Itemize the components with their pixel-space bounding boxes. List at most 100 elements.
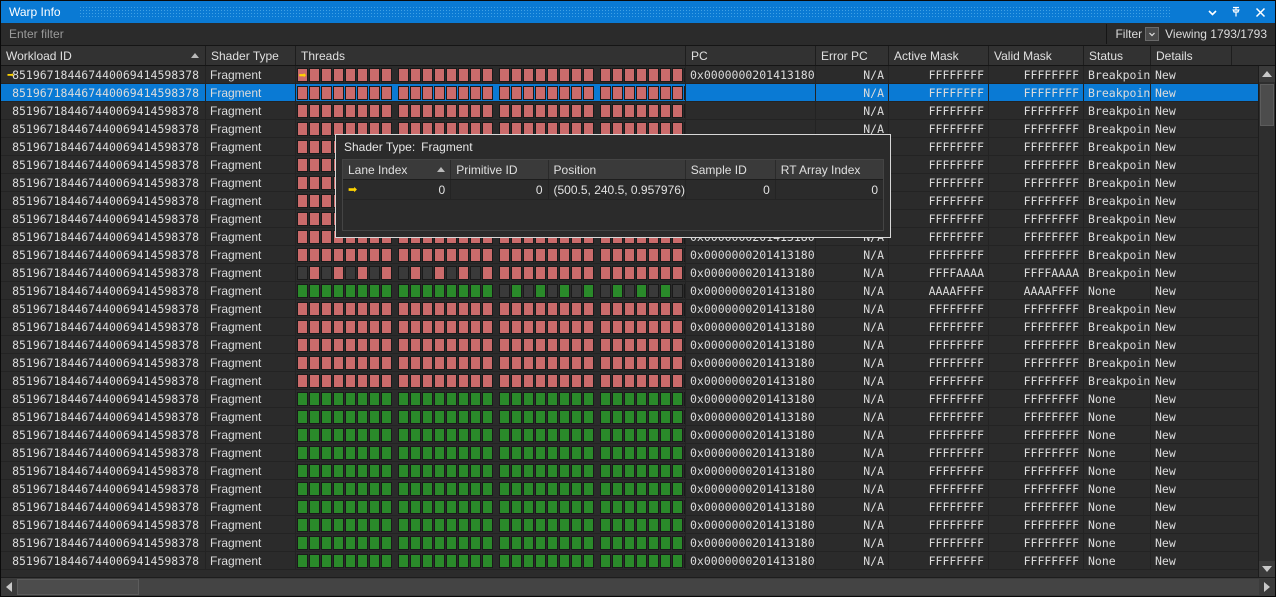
thread-cell[interactable] (523, 410, 534, 424)
thread-cell[interactable] (458, 464, 469, 478)
thread-cell[interactable] (297, 104, 308, 118)
thread-cell[interactable] (636, 68, 647, 82)
thread-cell[interactable] (297, 158, 308, 172)
thread-cell[interactable] (571, 338, 582, 352)
thread-cell[interactable] (446, 266, 457, 280)
thread-cell[interactable] (636, 104, 647, 118)
thread-cell[interactable] (612, 518, 623, 532)
thread-cell[interactable] (482, 284, 493, 298)
thread-cell[interactable] (410, 374, 421, 388)
thread-cell[interactable] (482, 446, 493, 460)
thread-cell[interactable] (446, 104, 457, 118)
thread-cell[interactable] (624, 482, 635, 496)
table-row[interactable]: 851967184467440069414598378Fragment0x000… (1, 516, 1258, 534)
thread-cell[interactable] (470, 338, 481, 352)
thread-cell[interactable] (612, 68, 623, 82)
thread-cell[interactable] (398, 482, 409, 496)
thread-cell[interactable] (535, 536, 546, 550)
thread-cell[interactable] (333, 68, 344, 82)
thread-cell[interactable] (672, 68, 683, 82)
thread-cell[interactable] (422, 410, 433, 424)
thread-cell[interactable] (357, 482, 368, 496)
thread-cell[interactable] (660, 86, 671, 100)
thread-cell[interactable] (357, 536, 368, 550)
thread-cell[interactable] (309, 374, 320, 388)
thread-cell[interactable] (410, 320, 421, 334)
thread-cell[interactable] (321, 536, 332, 550)
thread-cell[interactable] (559, 482, 570, 496)
thread-cell[interactable] (672, 500, 683, 514)
thread-cell[interactable] (398, 446, 409, 460)
thread-cell[interactable] (321, 320, 332, 334)
table-row[interactable]: 851967184467440069414598378Fragment0x000… (1, 354, 1258, 372)
thread-cell[interactable] (571, 410, 582, 424)
thread-cell[interactable] (422, 536, 433, 550)
thread-cell[interactable] (309, 266, 320, 280)
thread-cell[interactable] (446, 68, 457, 82)
column-header-valid-mask[interactable]: Valid Mask (989, 46, 1084, 65)
thread-cell[interactable] (410, 338, 421, 352)
thread-cell[interactable] (511, 518, 522, 532)
thread-cell[interactable] (624, 356, 635, 370)
thread-cell[interactable] (571, 536, 582, 550)
thread-cell[interactable] (499, 410, 510, 424)
thread-cell[interactable] (583, 446, 594, 460)
thread-cell[interactable] (422, 518, 433, 532)
thread-cell[interactable] (345, 356, 356, 370)
thread-cell[interactable] (571, 500, 582, 514)
thread-cell[interactable] (381, 284, 392, 298)
thread-cell[interactable] (345, 302, 356, 316)
thread-cell[interactable] (624, 554, 635, 568)
thread-cell[interactable] (381, 320, 392, 334)
thread-cell[interactable] (381, 410, 392, 424)
thread-cell[interactable] (499, 518, 510, 532)
table-row[interactable]: 851967184467440069414598378Fragment0x000… (1, 336, 1258, 354)
thread-cell[interactable] (357, 428, 368, 442)
thread-cell[interactable] (309, 86, 320, 100)
thread-cell[interactable] (547, 104, 558, 118)
thread-cell[interactable] (398, 518, 409, 532)
thread-cell[interactable] (309, 428, 320, 442)
thread-cell[interactable] (535, 482, 546, 496)
thread-cell[interactable] (297, 338, 308, 352)
thread-cell[interactable] (309, 176, 320, 190)
thread-cell[interactable] (369, 338, 380, 352)
thread-cell[interactable] (434, 248, 445, 262)
thread-cell[interactable] (547, 554, 558, 568)
thread-cell[interactable] (381, 68, 392, 82)
thread-cell[interactable] (648, 554, 659, 568)
thread-cell[interactable] (381, 500, 392, 514)
thread-cell[interactable] (612, 356, 623, 370)
thread-cell[interactable] (422, 554, 433, 568)
thread-cell[interactable] (321, 284, 332, 298)
thread-cell[interactable] (547, 428, 558, 442)
thread-cell[interactable] (410, 482, 421, 496)
thread-cell[interactable] (482, 554, 493, 568)
thread-cell[interactable] (600, 518, 611, 532)
thread-cell[interactable] (297, 392, 308, 406)
thread-cell[interactable] (636, 500, 647, 514)
thread-cell[interactable] (482, 248, 493, 262)
thread-cell[interactable] (523, 338, 534, 352)
column-header-shader-type[interactable]: Shader Type (206, 46, 296, 65)
table-row[interactable]: 851967184467440069414598378FragmentN/AFF… (1, 102, 1258, 120)
thread-cell[interactable] (422, 104, 433, 118)
thread-cell[interactable] (612, 554, 623, 568)
thread-cell[interactable] (321, 122, 332, 136)
thread-cell[interactable] (321, 464, 332, 478)
thread-cell[interactable] (297, 464, 308, 478)
thread-cell[interactable] (422, 482, 433, 496)
thread-cell[interactable] (660, 464, 671, 478)
thread-cell[interactable] (624, 500, 635, 514)
thread-cell[interactable] (523, 356, 534, 370)
thread-cell[interactable] (434, 284, 445, 298)
thread-cell[interactable] (446, 518, 457, 532)
thread-cell[interactable] (559, 410, 570, 424)
thread-cell[interactable] (321, 338, 332, 352)
thread-cell[interactable] (612, 338, 623, 352)
thread-cell[interactable] (333, 86, 344, 100)
thread-cell[interactable] (583, 356, 594, 370)
thread-cell[interactable] (499, 446, 510, 460)
thread-cell[interactable] (559, 500, 570, 514)
thread-cell[interactable] (369, 536, 380, 550)
